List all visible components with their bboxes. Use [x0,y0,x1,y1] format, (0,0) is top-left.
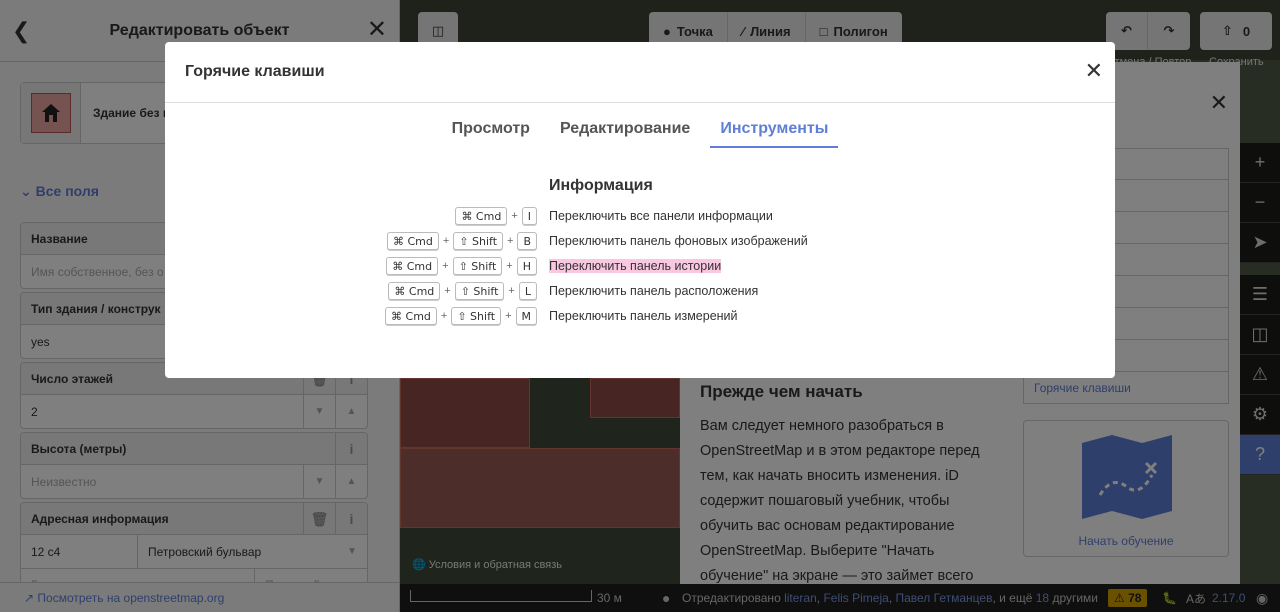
section-title: Информация [549,177,653,194]
key-cap: ⇧ Shift [453,232,504,250]
plus-sign: + [505,310,512,322]
key-cap: ⌘ Cmd [388,282,441,300]
plus-sign: + [444,285,451,297]
key-cap: B [517,232,537,250]
close-icon[interactable]: ✕ [1085,60,1103,82]
shortcut-description: Переключить панель расположения [549,284,759,298]
tab-browsing[interactable]: Просмотр [442,120,540,148]
key-cap: ⌘ Cmd [386,257,439,275]
key-cap: L [518,282,537,300]
shortcut-description: Переключить панель измерений [549,309,738,323]
shortcut-row: ⌘ Cmd + ⇧ Shift + M Переключить панель измер… [165,305,1115,330]
key-cap: M [515,307,537,325]
key-cap: ⌘ Cmd [386,232,439,250]
key-cap: H [516,257,537,275]
plus-sign: + [507,235,514,247]
plus-sign: + [442,235,450,247]
shortcut-list: ⌘ Cmd + I Переключить все панели информаци… [165,205,1115,330]
shortcut-keys: ⌘ Cmd + ⇧ Shift + B [386,232,537,250]
shortcut-row: ⌘ Cmd + I Переключить все панели информаци… [165,205,1115,230]
tab-tools[interactable]: Инструменты [710,120,839,148]
plus-sign: + [508,285,515,297]
shortcut-description: Переключить панель фоновых изображений [549,234,808,248]
shortcut-row: ⌘ Cmd + ⇧ Shift + L Переключить панель распо… [165,280,1115,305]
shortcut-keys: ⌘ Cmd + ⇧ Shift + H [386,257,537,275]
shortcut-row: ⌘ Cmd + ⇧ Shift + B Переключить панель фонов… [165,230,1115,255]
plus-sign: + [506,260,513,272]
plus-sign: + [440,310,448,322]
key-cap: ⇧ Shift [454,282,505,300]
key-cap: ⌘ Cmd [385,307,437,325]
shortcut-description: Переключить все панели информации [549,209,773,223]
key-cap: I [521,207,537,225]
key-cap: ⇧ Shift [452,257,503,275]
plus-sign: + [511,210,518,222]
shortcut-row: ⌘ Cmd + ⇧ Shift + H Переключить панель истор… [165,255,1115,280]
modal-header: Горячие клавиши ✕ [165,42,1115,103]
shortcut-description: Переключить панель истории [549,259,722,273]
shortcut-keys: ⌘ Cmd + ⇧ Shift + M [385,307,537,325]
key-cap: ⇧ Shift [451,307,502,325]
modal-title: Горячие клавиши [185,63,325,80]
tab-editing[interactable]: Редактирование [550,120,700,148]
key-cap: ⌘ Cmd [455,207,508,225]
shortcut-keys: ⌘ Cmd + I [455,207,537,225]
plus-sign: + [442,260,449,272]
shortcut-tabs: Просмотр Редактирование Инструменты [165,120,1115,148]
keyboard-shortcuts-modal: Горячие клавиши ✕ Просмотр Редактировани… [165,42,1115,378]
shortcut-keys: ⌘ Cmd + ⇧ Shift + L [388,282,537,300]
